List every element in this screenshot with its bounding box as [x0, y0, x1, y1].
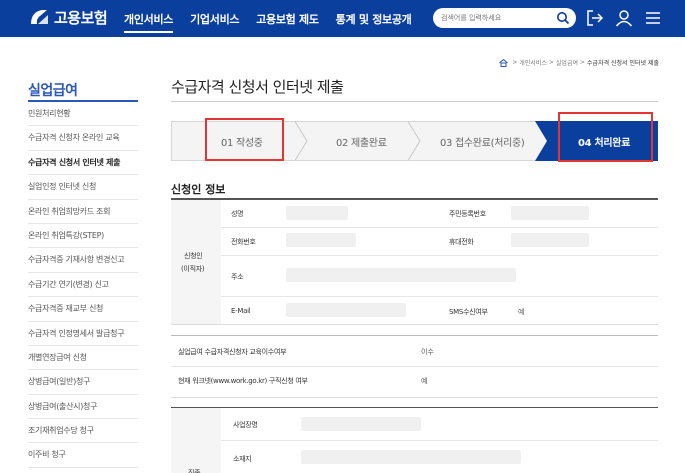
highlight-box-step-1 — [205, 118, 284, 161]
applicant-header-line1: 신청인 — [184, 252, 203, 260]
highlight-box-step-4 — [558, 112, 653, 162]
row-divider — [221, 227, 658, 228]
search-icon[interactable] — [556, 11, 570, 25]
sidebar-item[interactable]: 실업인정 인터넷 신청 — [28, 175, 138, 200]
education-status-table: 실업급여 수급자격신청자 교육이수여부 이수 현재 워크넷(www.work.g… — [171, 335, 658, 398]
label-resident-no: 주민등록번호 — [449, 210, 486, 218]
redacted-resident-no — [511, 206, 589, 220]
label-location: 소재지 — [233, 455, 252, 463]
row-divider — [171, 366, 658, 367]
sidebar-item[interactable]: 수급자격 인정명세서 발급청구 — [28, 322, 138, 346]
label-email: E-Mail — [231, 307, 251, 315]
nav-corporate-service[interactable]: 기업서비스 — [190, 11, 239, 27]
redacted-business-name — [301, 417, 421, 431]
section-title-applicant: 신청인 정보 — [171, 183, 226, 196]
sidebar-item[interactable]: 민원처리현황 — [28, 102, 138, 127]
redacted-address — [286, 268, 516, 282]
row-divider — [221, 296, 658, 297]
sidebar-title: 실업급여 — [28, 83, 78, 99]
employer-header-cell — [171, 408, 221, 473]
label-worknet: 현재 워크넷(www.work.go.kr) 구직신청 여부 — [178, 377, 308, 385]
applicant-info-table: 신청인 (이직자) 성명 주민등록번호 전화번호 휴대전화 주소 E-Mail … — [171, 200, 658, 325]
row-divider — [221, 440, 658, 441]
breadcrumb-current: 수급자격 신청서 인터넷 제출 — [587, 60, 659, 67]
employer-info-table: 직종 사업장명 소재지 — [171, 407, 658, 473]
sidebar-menu: 민원처리현황 수급자격 신청자 온라인 교육 수급자격 신청서 인터넷 제출 실… — [28, 102, 138, 468]
logo-text: 고용보험 — [54, 8, 108, 27]
sidebar-item[interactable]: 온라인 취업희망카드 조회 — [28, 200, 138, 224]
label-mobile: 휴대전화 — [449, 238, 474, 246]
label-address: 주소 — [231, 273, 244, 281]
sidebar-item-active[interactable]: 수급자격 신청서 인터넷 제출 — [28, 151, 138, 176]
site-logo[interactable]: 고용보험 — [28, 6, 108, 28]
value-worknet: 예 — [421, 377, 428, 385]
label-business-name: 사업장명 — [233, 421, 258, 429]
redacted-location — [301, 450, 521, 464]
home-icon[interactable] — [499, 58, 509, 67]
sidebar-item[interactable]: 조기재취업수당 청구 — [28, 419, 138, 444]
page-title: 수급자격 신청서 인터넷 제출 — [171, 78, 344, 96]
row-divider — [221, 255, 658, 256]
login-icon[interactable] — [585, 8, 605, 28]
global-nav: 개인서비스 기업서비스 고용보험 제도 통계 및 정보공개 — [124, 0, 428, 37]
nav-statistics[interactable]: 통계 및 정보공개 — [336, 11, 412, 27]
breadcrumb-item[interactable]: 실업급여 — [556, 58, 578, 67]
sidebar-item[interactable]: 수급자격증 재교부 신청 — [28, 297, 138, 322]
nav-personal-service[interactable]: 개인서비스 — [124, 11, 173, 33]
search-box — [433, 8, 576, 28]
redacted-name — [286, 206, 348, 220]
value-sms: 예 — [518, 308, 525, 316]
applicant-header-cell — [171, 200, 221, 324]
label-education: 실업급여 수급자격신청자 교육이수여부 — [178, 348, 287, 356]
search-input[interactable] — [441, 11, 549, 25]
user-icon[interactable] — [614, 8, 634, 28]
sidebar-item[interactable]: 수급자격 신청자 온라인 교육 — [28, 126, 138, 151]
step-2: 02 제출완료 — [336, 138, 387, 149]
sidebar-item[interactable]: 상병급여(일반)청구 — [28, 370, 138, 395]
step-3: 03 접수완료(처리중) — [440, 138, 525, 149]
label-employer-section: 직종 — [188, 469, 201, 473]
breadcrumb-item[interactable]: 개인서비스 — [519, 58, 547, 67]
redacted-phone — [286, 233, 356, 247]
breadcrumb: > 개인서비스 > 실업급여 > 수급자격 신청서 인터넷 제출 — [499, 58, 659, 67]
top-header: 고용보험 개인서비스 기업서비스 고용보험 제도 통계 및 정보공개 — [0, 0, 685, 37]
redacted-mobile — [511, 233, 589, 247]
nav-insurance-system[interactable]: 고용보험 제도 — [256, 11, 319, 27]
label-sms: SMS수신여부 — [449, 308, 488, 316]
sidebar-item[interactable]: 온라인 취업특강(STEP) — [28, 224, 138, 249]
sidebar-item[interactable]: 수급자격증 기재사항 변경신고 — [28, 248, 138, 273]
sidebar-item[interactable]: 상병급여(출산시)청구 — [28, 395, 138, 420]
sidebar-item[interactable]: 수급기간 연기(변경) 신고 — [28, 273, 138, 298]
title-divider — [171, 101, 658, 102]
sidebar-item[interactable]: 이주비 청구 — [28, 443, 138, 468]
redacted-email — [286, 303, 406, 317]
applicant-header-line2: (이직자) — [181, 265, 205, 273]
label-name: 성명 — [231, 210, 244, 218]
sidebar-item[interactable]: 개별연장급여 신청 — [28, 346, 138, 371]
value-education: 이수 — [421, 348, 434, 356]
logo-mark-icon — [31, 10, 48, 24]
label-phone: 전화번호 — [231, 238, 256, 246]
menu-icon[interactable] — [643, 8, 663, 28]
